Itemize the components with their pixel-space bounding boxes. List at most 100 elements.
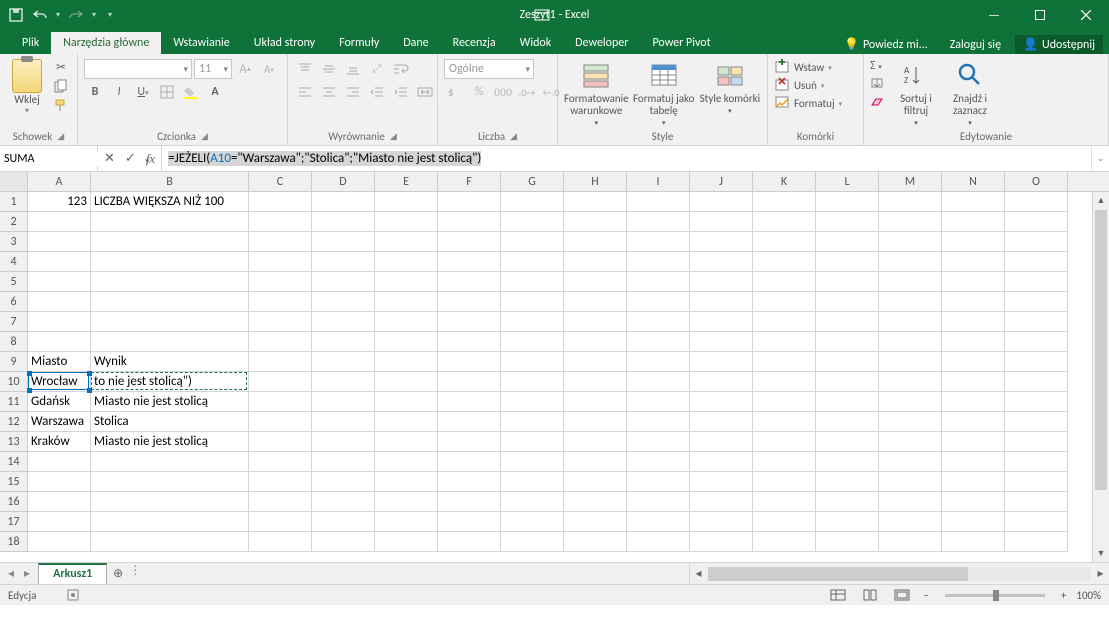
maximize-button[interactable] bbox=[1017, 0, 1063, 30]
cell-A1[interactable]: 123 bbox=[28, 192, 91, 212]
sheet-nav-prev-icon[interactable]: ◂ bbox=[8, 566, 14, 581]
row-header-12[interactable]: 12 bbox=[0, 412, 28, 432]
underline-button[interactable]: U▾ bbox=[132, 82, 154, 102]
undo-icon[interactable] bbox=[32, 7, 48, 23]
minimize-button[interactable] bbox=[971, 0, 1017, 30]
cell-G13[interactable] bbox=[501, 432, 564, 452]
cell-J14[interactable] bbox=[690, 452, 753, 472]
cell-J7[interactable] bbox=[690, 312, 753, 332]
cell-G18[interactable] bbox=[501, 532, 564, 552]
cell-H4[interactable] bbox=[564, 252, 627, 272]
cell-G9[interactable] bbox=[501, 352, 564, 372]
cell-C16[interactable] bbox=[249, 492, 312, 512]
cell-A12[interactable]: Warszawa bbox=[28, 412, 91, 432]
italic-button[interactable]: I bbox=[108, 82, 130, 102]
cell-I12[interactable] bbox=[627, 412, 690, 432]
cancel-formula-icon[interactable]: ✕ bbox=[104, 151, 115, 166]
format-cells-button[interactable]: Formatuj ▾ bbox=[774, 95, 842, 111]
cell-N17[interactable] bbox=[942, 512, 1005, 532]
merge-icon[interactable] bbox=[414, 82, 436, 102]
cell-H7[interactable] bbox=[564, 312, 627, 332]
formula-input[interactable]: =JEŻELI(A10="Warszawa";"Stolica";"Miasto… bbox=[162, 146, 1091, 171]
align-right-icon[interactable] bbox=[342, 82, 364, 102]
cell-I16[interactable] bbox=[627, 492, 690, 512]
cell-A13[interactable]: Kraków bbox=[28, 432, 91, 452]
cell-K11[interactable] bbox=[753, 392, 816, 412]
worksheet-grid[interactable]: ABCDEFGHIJKLMNO 1123LICZBA WIĘKSZA NIŻ 1… bbox=[0, 172, 1109, 562]
cell-I11[interactable] bbox=[627, 392, 690, 412]
cell-M11[interactable] bbox=[879, 392, 942, 412]
cell-styles-button[interactable]: Style komórki▾ bbox=[699, 59, 761, 115]
cell-L17[interactable] bbox=[816, 512, 879, 532]
cell-D2[interactable] bbox=[312, 212, 375, 232]
cell-O7[interactable] bbox=[1005, 312, 1068, 332]
cell-O3[interactable] bbox=[1005, 232, 1068, 252]
cell-J10[interactable] bbox=[690, 372, 753, 392]
cell-H9[interactable] bbox=[564, 352, 627, 372]
cell-M5[interactable] bbox=[879, 272, 942, 292]
column-header-J[interactable]: J bbox=[690, 172, 753, 191]
row-header-5[interactable]: 5 bbox=[0, 272, 28, 292]
cell-H8[interactable] bbox=[564, 332, 627, 352]
cell-E14[interactable] bbox=[375, 452, 438, 472]
tab-page-layout[interactable]: Układ strony bbox=[242, 32, 327, 54]
cell-D17[interactable] bbox=[312, 512, 375, 532]
cell-H10[interactable] bbox=[564, 372, 627, 392]
scroll-left-icon[interactable]: ◂ bbox=[690, 566, 707, 581]
normal-view-icon[interactable] bbox=[827, 587, 849, 603]
row-header-8[interactable]: 8 bbox=[0, 332, 28, 352]
cell-H3[interactable] bbox=[564, 232, 627, 252]
column-header-G[interactable]: G bbox=[501, 172, 564, 191]
vscroll-thumb[interactable] bbox=[1095, 210, 1107, 490]
cell-M14[interactable] bbox=[879, 452, 942, 472]
column-header-B[interactable]: B bbox=[91, 172, 249, 191]
fill-color-icon[interactable] bbox=[180, 82, 202, 102]
cell-L4[interactable] bbox=[816, 252, 879, 272]
column-header-F[interactable]: F bbox=[438, 172, 501, 191]
tab-data[interactable]: Dane bbox=[391, 32, 440, 54]
font-color-icon[interactable]: A bbox=[204, 82, 226, 102]
cell-G16[interactable] bbox=[501, 492, 564, 512]
cell-J13[interactable] bbox=[690, 432, 753, 452]
cell-N1[interactable] bbox=[942, 192, 1005, 212]
cell-F10[interactable] bbox=[438, 372, 501, 392]
fill-icon[interactable] bbox=[870, 77, 888, 93]
row-header-16[interactable]: 16 bbox=[0, 492, 28, 512]
cell-H6[interactable] bbox=[564, 292, 627, 312]
cell-E7[interactable] bbox=[375, 312, 438, 332]
cell-C17[interactable] bbox=[249, 512, 312, 532]
cell-H13[interactable] bbox=[564, 432, 627, 452]
cell-K17[interactable] bbox=[753, 512, 816, 532]
redo-icon[interactable] bbox=[68, 7, 84, 23]
cell-J17[interactable] bbox=[690, 512, 753, 532]
cell-H11[interactable] bbox=[564, 392, 627, 412]
cell-F15[interactable] bbox=[438, 472, 501, 492]
cell-A4[interactable] bbox=[28, 252, 91, 272]
cell-D11[interactable] bbox=[312, 392, 375, 412]
undo-dropdown-icon[interactable]: ▾ bbox=[56, 10, 60, 20]
cell-G14[interactable] bbox=[501, 452, 564, 472]
cell-L8[interactable] bbox=[816, 332, 879, 352]
cell-H1[interactable] bbox=[564, 192, 627, 212]
cell-G3[interactable] bbox=[501, 232, 564, 252]
cell-G1[interactable] bbox=[501, 192, 564, 212]
cell-F4[interactable] bbox=[438, 252, 501, 272]
cell-K15[interactable] bbox=[753, 472, 816, 492]
cell-J11[interactable] bbox=[690, 392, 753, 412]
cell-I7[interactable] bbox=[627, 312, 690, 332]
increase-decimal-icon[interactable]: .0→ bbox=[516, 82, 538, 102]
cell-B12[interactable]: Stolica bbox=[91, 412, 249, 432]
cell-J8[interactable] bbox=[690, 332, 753, 352]
cell-B8[interactable] bbox=[91, 332, 249, 352]
enter-formula-icon[interactable]: ✓ bbox=[125, 151, 136, 166]
cell-N7[interactable] bbox=[942, 312, 1005, 332]
number-dialog-launcher-icon[interactable]: ◢ bbox=[510, 131, 517, 142]
cell-F6[interactable] bbox=[438, 292, 501, 312]
cell-L13[interactable] bbox=[816, 432, 879, 452]
increase-indent-icon[interactable] bbox=[390, 82, 412, 102]
cell-F8[interactable] bbox=[438, 332, 501, 352]
wrap-text-icon[interactable] bbox=[390, 59, 412, 79]
cell-L6[interactable] bbox=[816, 292, 879, 312]
macro-record-icon[interactable] bbox=[66, 588, 80, 602]
row-header-17[interactable]: 17 bbox=[0, 512, 28, 532]
